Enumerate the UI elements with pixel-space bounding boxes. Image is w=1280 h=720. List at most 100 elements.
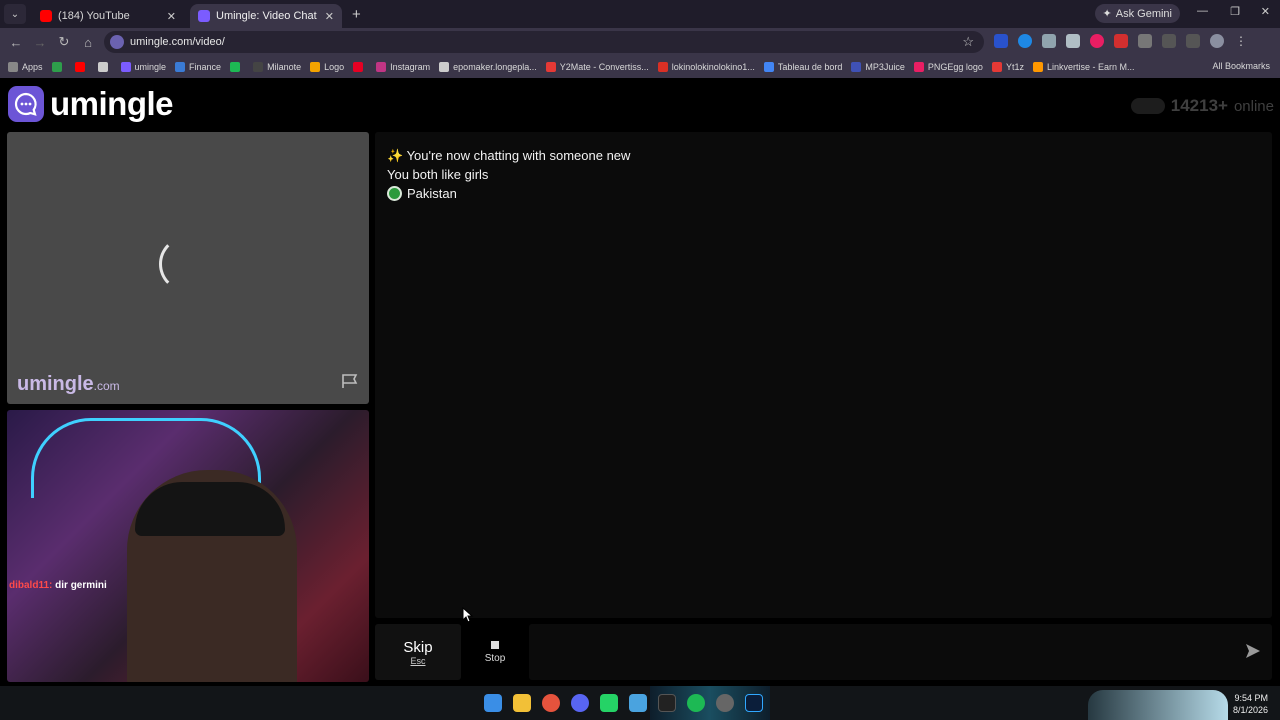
bookmark-item[interactable]: PNGEgg logo <box>913 62 983 72</box>
bookmark-item[interactable]: Linkvertise - Earn M... <box>1032 62 1135 72</box>
umingle-favicon-icon <box>198 10 210 22</box>
bookmark-favicon-icon <box>657 62 668 72</box>
extension-icon[interactable] <box>1018 34 1032 48</box>
url-text: umingle.com/video/ <box>130 36 225 48</box>
close-tab-icon[interactable]: ✕ <box>325 10 334 23</box>
bookmark-item[interactable]: Instagram <box>376 62 430 72</box>
address-bar[interactable]: umingle.com/video/ ☆ <box>104 31 984 53</box>
bookmark-favicon-icon <box>120 62 131 72</box>
media-icon[interactable] <box>1186 34 1200 48</box>
profile-avatar-icon[interactable] <box>1210 34 1224 48</box>
send-icon[interactable] <box>1244 642 1264 662</box>
report-flag-icon[interactable] <box>341 373 359 394</box>
all-bookmarks-button[interactable]: All Bookmarks <box>1212 61 1270 71</box>
bookmark-favicon-icon <box>8 62 18 72</box>
ask-gemini-button[interactable]: ✦ Ask Gemini <box>1094 4 1180 23</box>
bookmark-item[interactable]: lokinolokinolokino1... <box>657 62 755 72</box>
bookmark-item[interactable] <box>51 62 66 72</box>
extensions-row: ⋮ <box>994 34 1248 48</box>
ask-gemini-label: Ask Gemini <box>1115 7 1172 20</box>
extension-icon[interactable] <box>1114 34 1128 48</box>
skip-label: Skip <box>403 638 433 656</box>
webcam-cap <box>135 482 285 536</box>
discord-icon[interactable] <box>571 694 589 712</box>
photoshop-icon[interactable] <box>745 694 763 712</box>
bookmark-favicon-icon <box>851 62 862 72</box>
downloads-icon[interactable] <box>1162 34 1176 48</box>
site-logo[interactable]: umingle <box>8 85 174 123</box>
extension-icon[interactable] <box>1090 34 1104 48</box>
bookmark-label: epomaker.longepla... <box>453 62 537 72</box>
forward-icon[interactable]: → <box>28 35 52 50</box>
taskbar-clock[interactable]: 9:54 PM 8/1/2026 <box>1233 692 1268 716</box>
back-icon[interactable]: ← <box>4 35 28 50</box>
country-flag-icon <box>387 186 402 201</box>
chat-system-message: ✨ You're now chatting with someone new <box>387 146 630 165</box>
extension-icon[interactable] <box>1066 34 1080 48</box>
bookmark-item[interactable]: Yt1z <box>991 62 1024 72</box>
tab-youtube[interactable]: (184) YouTube ✕ <box>32 4 184 28</box>
extension-icon[interactable] <box>1042 34 1056 48</box>
start-windows-icon[interactable] <box>484 694 502 712</box>
chat-controls: Skip Esc Stop <box>375 624 1272 680</box>
bookmark-star-icon[interactable]: ☆ <box>962 34 974 50</box>
new-tab-icon[interactable]: + <box>352 6 361 23</box>
theme-toggle[interactable] <box>1130 98 1165 114</box>
bookmark-item[interactable] <box>353 62 367 72</box>
bookmark-item[interactable]: Milanote <box>253 62 301 72</box>
online-label: online <box>1233 97 1274 115</box>
home-icon[interactable]: ⌂ <box>76 35 100 50</box>
message-input[interactable] <box>529 624 1272 680</box>
bookmark-item[interactable]: umingle <box>120 62 166 72</box>
umingle-page: umingle 14213+ online umingle.com dibald… <box>0 78 1280 686</box>
notepad-icon[interactable] <box>629 694 647 712</box>
tab-search-icon[interactable]: ⌄ <box>4 4 26 24</box>
chat-bubble-logo-icon <box>8 86 44 122</box>
mouse-cursor-icon <box>462 607 474 623</box>
logo-text: umingle <box>50 85 174 122</box>
bookmark-favicon-icon <box>97 62 108 72</box>
extensions-puzzle-icon[interactable] <box>1138 34 1152 48</box>
capcut-icon[interactable] <box>658 694 676 712</box>
bookmark-item[interactable] <box>97 62 112 72</box>
menu-kebab-icon[interactable]: ⋮ <box>1234 34 1248 48</box>
bookmarks-bar: Apps umingle Finance Milanote Logo Instagram e… <box>0 56 1280 78</box>
restore-icon[interactable]: ❐ <box>1230 5 1240 18</box>
whatsapp-icon[interactable] <box>600 694 618 712</box>
app-icon[interactable] <box>716 694 734 712</box>
file-explorer-icon[interactable] <box>513 694 531 712</box>
bookmark-favicon-icon <box>991 62 1002 72</box>
spotify-icon[interactable] <box>687 694 705 712</box>
video-watermark: umingle.com <box>17 373 120 396</box>
bookmark-item[interactable]: Logo <box>310 62 344 72</box>
bookmark-item[interactable]: MP3Juice <box>851 62 905 72</box>
bookmark-favicon-icon <box>230 62 241 72</box>
close-window-icon[interactable]: ✕ <box>1261 5 1270 18</box>
skip-button[interactable]: Skip Esc <box>375 624 461 680</box>
bookmark-item[interactable] <box>74 62 89 72</box>
stop-icon <box>491 640 499 649</box>
bookmark-favicon-icon <box>1032 62 1043 72</box>
site-info-icon[interactable] <box>110 35 124 49</box>
stop-button[interactable]: Stop <box>467 624 523 680</box>
clock-time: 9:54 PM <box>1234 693 1268 703</box>
watermark-suffix: .com <box>93 379 120 393</box>
close-tab-icon[interactable]: ✕ <box>167 10 176 23</box>
bookmark-item[interactable]: epomaker.longepla... <box>439 62 537 72</box>
bookmark-item[interactable]: Tableau de bord <box>763 62 842 72</box>
extension-icon[interactable] <box>994 34 1008 48</box>
taskbar-apps <box>484 694 763 712</box>
bookmark-item[interactable]: Finance <box>175 62 221 72</box>
system-tray[interactable] <box>1088 690 1228 720</box>
country-text: Pakistan <box>407 186 457 201</box>
minimize-icon[interactable]: — <box>1197 5 1208 17</box>
browser-titlebar: ⌄ (184) YouTube ✕ Umingle: Video Chat wi… <box>0 0 1280 28</box>
bookmark-item[interactable]: Apps <box>8 62 43 72</box>
chrome-icon[interactable] <box>542 694 560 712</box>
common-interest-text: You both like girls <box>387 167 489 182</box>
bookmark-item[interactable] <box>230 62 244 72</box>
bookmark-item[interactable]: Y2Mate - Convertiss... <box>545 62 649 72</box>
tab-umingle[interactable]: Umingle: Video Chat with S ✕ <box>190 4 342 28</box>
reload-icon[interactable]: ↻ <box>52 34 76 50</box>
bookmark-label: MP3Juice <box>865 62 905 72</box>
